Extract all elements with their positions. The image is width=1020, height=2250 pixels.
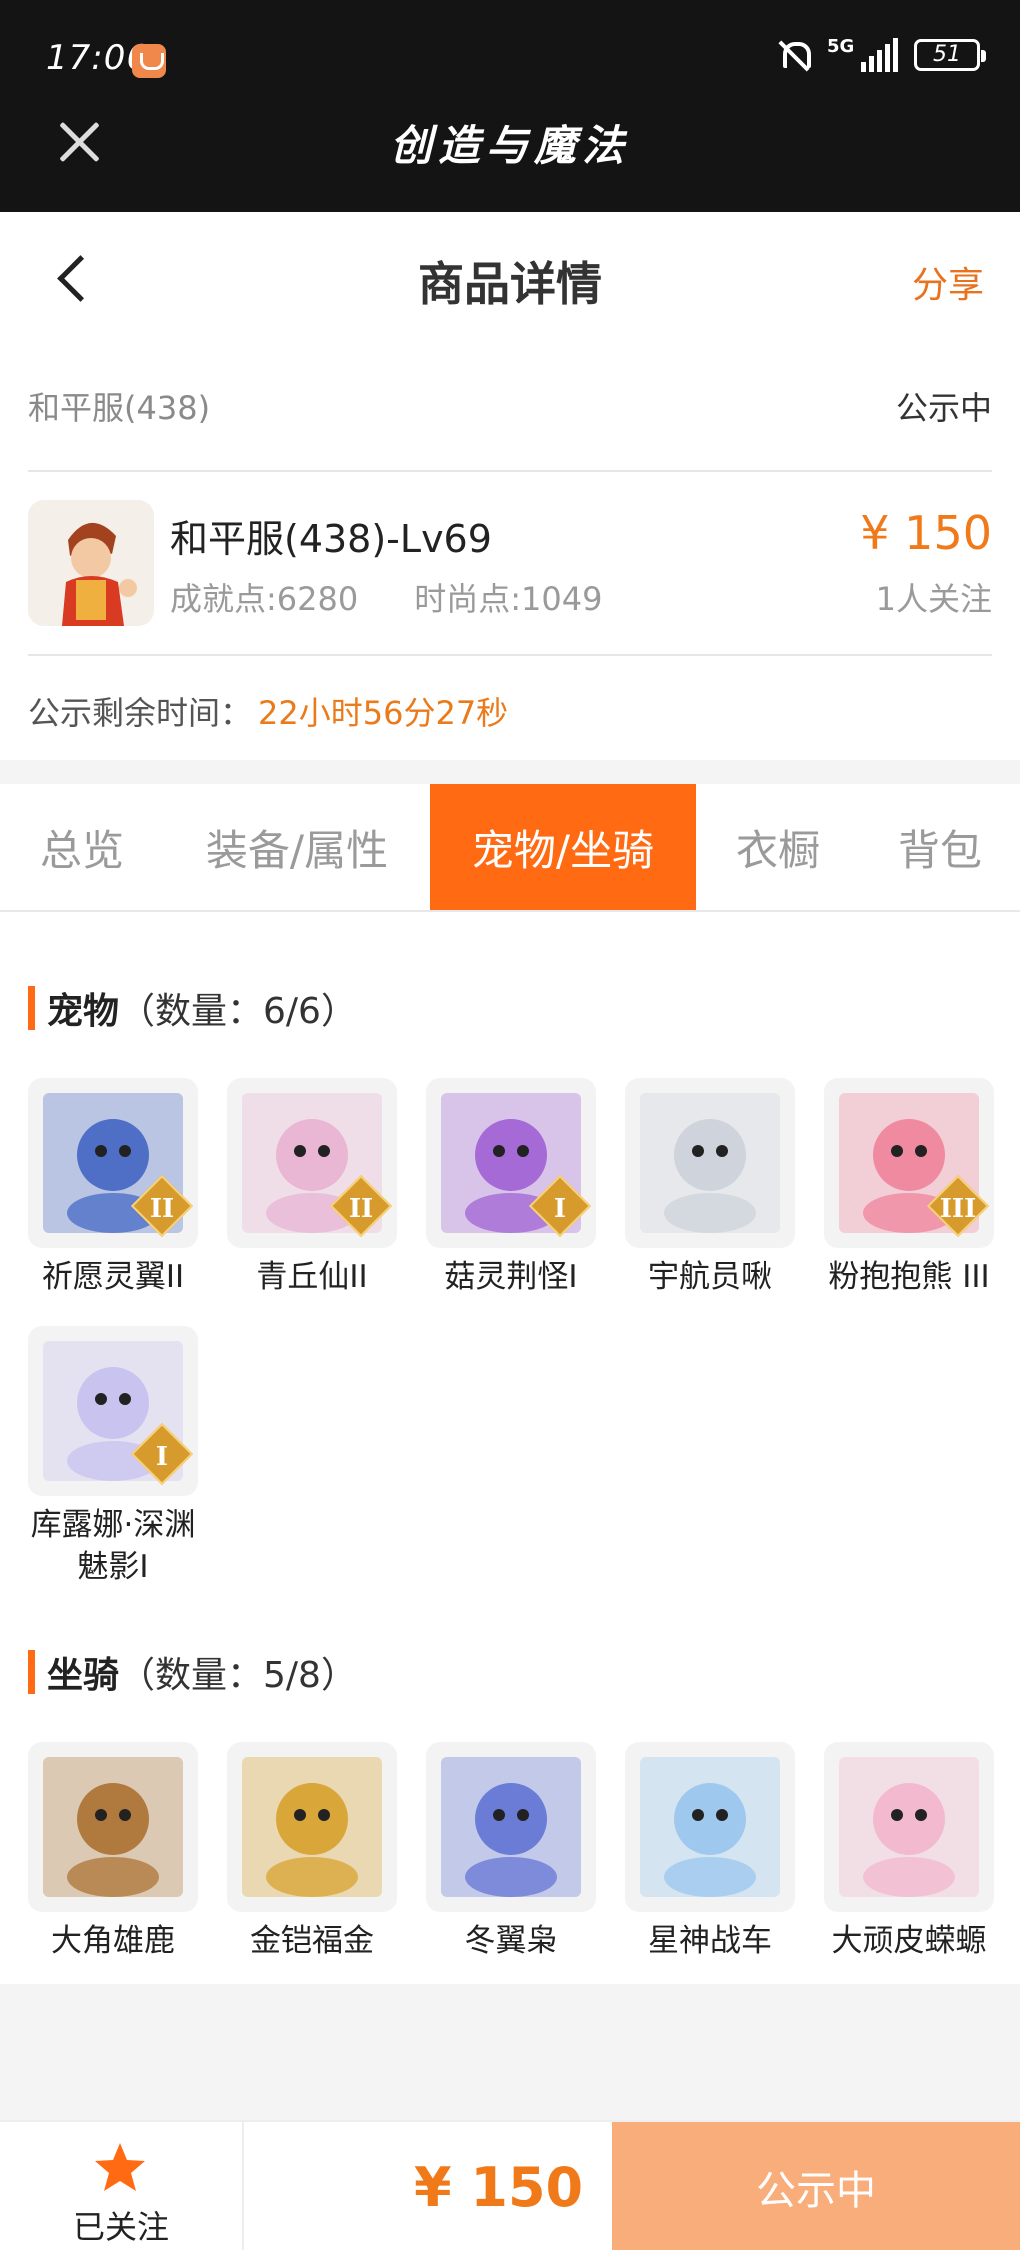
rank-badge-text: I	[553, 1194, 567, 1224]
star-horse-icon	[625, 1742, 795, 1912]
bell-off-icon	[777, 38, 811, 72]
status-indicators: 5G 51	[777, 36, 986, 72]
item-name: 祈愿灵翼II	[41, 1259, 185, 1295]
mounts-section-title: 坐骑 （数量：5/8）	[28, 1646, 357, 1698]
page-header: 商品详情 分享	[0, 212, 1020, 344]
page-footer-space	[0, 1984, 1020, 2120]
grid-item[interactable]: I 菇灵荆怪I	[426, 1078, 596, 1298]
follow-button[interactable]: 已关注	[0, 2122, 244, 2250]
item-name: 大角雄鹿	[51, 1923, 175, 1959]
mounts-title: 坐骑	[47, 1655, 120, 1696]
network-type: 5G	[827, 36, 855, 57]
character-price: ¥ 150	[860, 506, 992, 560]
mounts-grid: 大角雄鹿 金铠福金 冬翼枭 星神战车 大顽皮蝾螈	[28, 1742, 996, 1962]
grid-item[interactable]: 大顽皮蝾螈	[824, 1742, 994, 1962]
countdown-row: 公示剩余时间： 22小时56分27秒	[28, 688, 508, 734]
character-stats: 成就点:6280 时尚点:1049	[170, 574, 602, 620]
grid-item[interactable]: 冬翼枭	[426, 1742, 596, 1962]
item-name: 星神战车	[648, 1923, 772, 1959]
pink-bear-icon: III	[824, 1078, 994, 1248]
divider	[28, 654, 992, 656]
item-name: 库露娜·深渊魅影I	[30, 1507, 196, 1585]
tab-backpack[interactable]: 背包	[860, 784, 1020, 910]
character-name: 和平服(438)-Lv69	[170, 517, 492, 561]
grid-item[interactable]: II 青丘仙II	[227, 1078, 397, 1298]
section-accent-bar	[28, 986, 35, 1030]
item-name: 宇航员啾	[648, 1259, 772, 1295]
rank-badge-text: II	[149, 1194, 175, 1224]
fashion-points: 时尚点:1049	[414, 580, 603, 618]
section-accent-bar	[28, 1650, 35, 1694]
item-name: 粉抱抱熊 III	[828, 1259, 990, 1295]
listing-status: 公示中	[895, 389, 992, 427]
character-avatar	[28, 500, 154, 626]
star-icon	[95, 2143, 145, 2191]
bottom-action-bar: 已关注 ¥ 150 公示中	[0, 2120, 1020, 2250]
grid-item[interactable]: III 粉抱抱熊 III	[824, 1078, 994, 1298]
pets-count: （数量：6/6）	[119, 991, 357, 1032]
publicity-status-button[interactable]: 公示中	[612, 2122, 1020, 2250]
tab-equipment[interactable]: 装备/属性	[164, 784, 430, 910]
tab-pets-mounts[interactable]: 宠物/坐骑	[430, 784, 696, 910]
mushroom-sprite-icon: I	[426, 1078, 596, 1248]
grid-item[interactable]: 大角雄鹿	[28, 1742, 198, 1962]
battery-icon: 51	[914, 39, 986, 71]
tab-overview[interactable]: 总览	[0, 784, 164, 910]
tab-wardrobe[interactable]: 衣橱	[696, 784, 860, 910]
grid-item[interactable]: 星神战车	[625, 1742, 795, 1962]
grid-item[interactable]: 金铠福金	[227, 1742, 397, 1962]
server-name: 和平服(438)	[28, 389, 211, 427]
server-row: 和平服(438) 公示中	[28, 374, 992, 438]
fox-fairy-icon: II	[227, 1078, 397, 1248]
signal-icon: 5G	[827, 36, 898, 72]
pets-section-title: 宠物 （数量：6/6）	[28, 982, 357, 1034]
follower-count: 1人关注	[875, 580, 992, 618]
rank-badge-text: III	[939, 1194, 977, 1224]
countdown-label: 公示剩余时间：	[28, 694, 253, 732]
divider	[28, 470, 992, 472]
astronaut-icon	[625, 1078, 795, 1248]
achievement-points: 成就点:6280	[170, 580, 359, 618]
mounts-count: （数量：5/8）	[119, 1655, 357, 1696]
item-name: 金铠福金	[250, 1923, 374, 1959]
axolotl-icon	[824, 1742, 994, 1912]
app-top-bar: 17:06 5G 51 创造与魔法	[0, 0, 1020, 212]
notification-app-icon	[132, 44, 166, 78]
follow-label: 已关注	[72, 2208, 169, 2246]
item-name: 冬翼枭	[464, 1923, 558, 1959]
section-separator	[0, 760, 1020, 784]
detail-tabs: 总览 装备/属性 宠物/坐骑 衣橱 背包	[0, 784, 1020, 912]
bottom-price: ¥ 150	[414, 2156, 584, 2219]
stag-icon	[28, 1742, 198, 1912]
abyss-phantom-icon: I	[28, 1326, 198, 1496]
countdown-value: 22小时56分27秒	[258, 694, 509, 732]
item-name: 菇灵荆怪I	[444, 1259, 578, 1295]
share-button[interactable]: 分享	[912, 256, 984, 308]
character-summary[interactable]: 和平服(438)-Lv69 成就点:6280 时尚点:1049 ¥ 150 1人…	[28, 498, 992, 628]
winter-owl-icon	[426, 1742, 596, 1912]
bird-creature-icon: II	[28, 1078, 198, 1248]
item-name: 大顽皮蝾螈	[831, 1923, 987, 1959]
rank-badge-text: I	[155, 1442, 169, 1472]
grid-item[interactable]: 宇航员啾	[625, 1078, 795, 1298]
app-title: 创造与魔法	[389, 121, 630, 170]
item-name: 青丘仙II	[256, 1259, 368, 1295]
pets-grid: II 祈愿灵翼II II 青丘仙II I 菇灵荆怪I 宇航员啾 III 粉抱抱熊 III I 库露娜…	[28, 1078, 996, 1588]
page-title: 商品详情	[418, 257, 602, 311]
grid-item[interactable]: II 祈愿灵翼II	[28, 1078, 198, 1298]
golden-armor-icon	[227, 1742, 397, 1912]
pets-title: 宠物	[47, 991, 120, 1032]
rank-badge-text: II	[348, 1194, 374, 1224]
grid-item[interactable]: I 库露娜·深渊魅影I	[28, 1326, 198, 1588]
